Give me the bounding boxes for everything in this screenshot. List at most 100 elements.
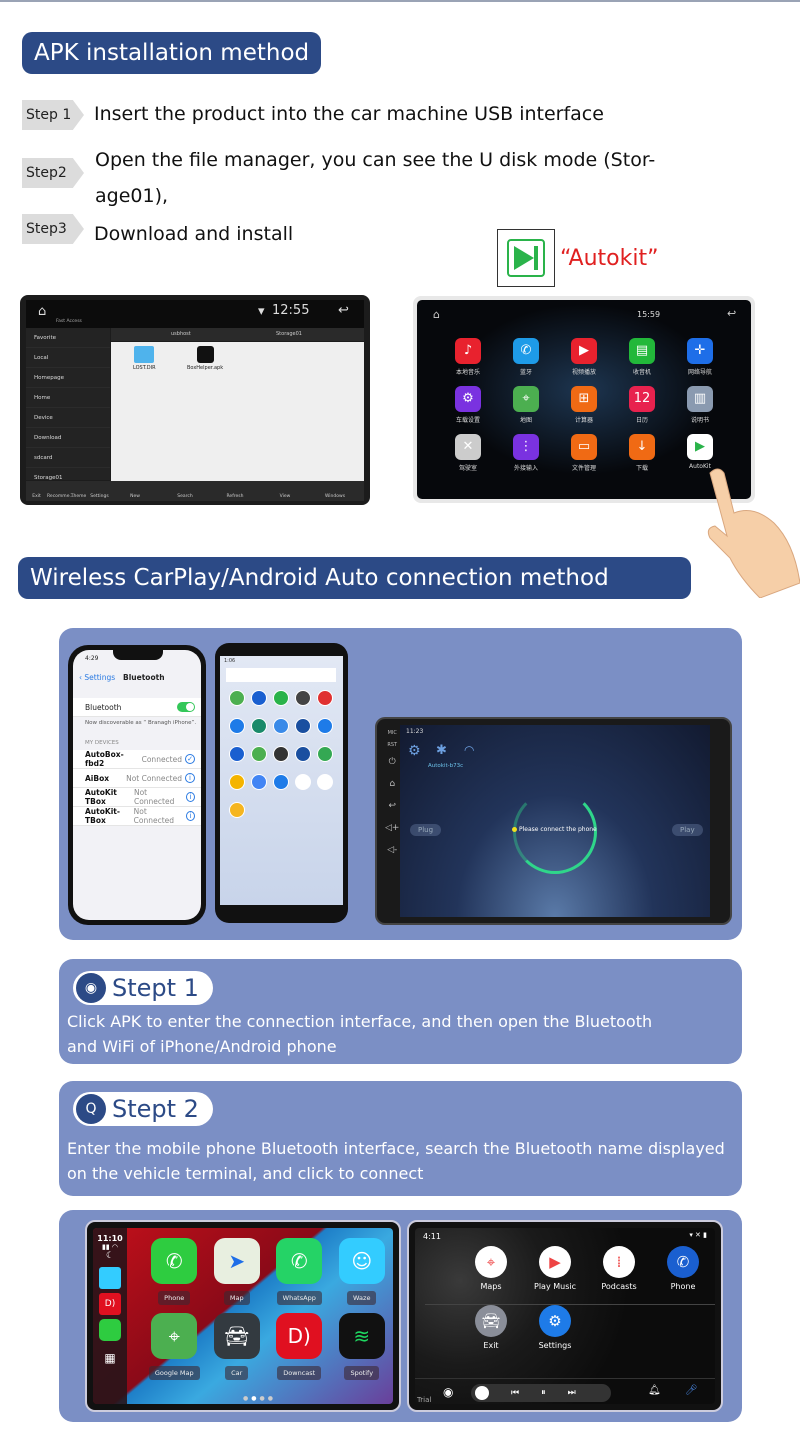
app-icon[interactable] <box>251 718 267 734</box>
back-icon[interactable]: ↩ <box>385 795 399 817</box>
sidebar-home[interactable]: Home <box>26 388 110 408</box>
app-icon[interactable] <box>295 718 311 734</box>
settings-button[interactable]: Settings <box>89 494 110 499</box>
app-icon[interactable] <box>317 774 333 790</box>
bluetooth-toggle[interactable] <box>177 702 195 712</box>
search-bar[interactable] <box>226 668 336 682</box>
volume-up-icon[interactable]: ◁+ <box>385 817 399 839</box>
play-button[interactable]: Play <box>672 824 703 836</box>
sidebar-sdcard[interactable]: sdcard <box>26 448 110 468</box>
app-play-music[interactable]: ▶ Play Music <box>523 1246 587 1291</box>
home-icon[interactable]: ⌂ <box>433 308 440 321</box>
bluetooth-icon[interactable]: ✱ <box>436 743 447 758</box>
pause-icon[interactable]: ⏸ <box>541 1388 546 1398</box>
app-icon[interactable] <box>229 774 245 790</box>
new-button[interactable]: New <box>110 494 160 499</box>
app-music[interactable]: ♪ 本地音乐 <box>439 338 497 376</box>
info-icon[interactable]: i <box>185 773 195 783</box>
plug-button[interactable]: Plug <box>410 824 442 836</box>
windows-button[interactable]: Windows <box>310 494 360 499</box>
info-icon[interactable]: i <box>185 792 195 802</box>
back-icon[interactable]: ↩ <box>727 307 736 320</box>
app-calculator[interactable]: ⊞ 计算器 <box>555 386 613 424</box>
waze-dock-icon[interactable] <box>99 1267 121 1289</box>
app-dvr[interactable]: ✕ 驾驶室 <box>439 434 497 472</box>
view-button[interactable]: View <box>260 494 310 499</box>
phone-dock-icon[interactable] <box>99 1319 121 1341</box>
app-settings[interactable]: ⚙ 车载设置 <box>439 386 497 424</box>
page-indicator[interactable]: ●●●● <box>243 1395 276 1402</box>
dashboard-icon[interactable]: ▦ <box>93 1351 127 1365</box>
app-video[interactable]: ▶ 视频播放 <box>555 338 613 376</box>
app-icon[interactable] <box>273 718 289 734</box>
microphone-icon[interactable]: 🎤︎ <box>685 1385 698 1396</box>
app-icon[interactable] <box>251 774 267 790</box>
path-usbhost[interactable]: usbhost <box>171 331 191 337</box>
app-maps[interactable]: ⌖ 地图 <box>497 386 555 424</box>
info-icon[interactable]: i <box>185 811 195 821</box>
app-icon[interactable] <box>229 802 245 818</box>
exit-button[interactable]: Exit <box>26 494 47 499</box>
app-icon[interactable] <box>229 746 245 762</box>
file-boxhelper-apk[interactable]: BoxHelper.apk <box>187 346 223 371</box>
search-button[interactable]: Search <box>160 494 210 499</box>
app-apple-maps[interactable]: ➤ Map <box>206 1238 269 1305</box>
volume-down-icon[interactable]: ◁- <box>385 839 399 861</box>
app-icon[interactable] <box>273 774 289 790</box>
app-navigation[interactable]: ✛ 网络导航 <box>671 338 729 376</box>
wifi-icon[interactable]: ◠ <box>464 743 474 757</box>
app-downcast[interactable]: D) Downcast <box>268 1313 331 1380</box>
theme-button[interactable]: Theme <box>68 494 89 499</box>
sidebar-download[interactable]: Download <box>26 428 110 448</box>
refresh-button[interactable]: Refresh <box>210 494 260 499</box>
app-google-maps[interactable]: ⌖ Maps <box>459 1246 523 1291</box>
sidebar-favorite[interactable]: Favorite <box>26 328 110 348</box>
app-icon[interactable] <box>229 690 245 706</box>
notification-bell-icon[interactable]: 🔔︎ <box>648 1385 661 1396</box>
previous-icon[interactable]: ⏮ <box>511 1388 519 1398</box>
app-icon[interactable] <box>317 746 333 762</box>
app-icon[interactable] <box>273 746 289 762</box>
file-lost-dir[interactable]: LOST.DIR <box>133 346 156 371</box>
app-car[interactable]: 🚘︎ Car <box>206 1313 269 1380</box>
play-music-icon[interactable] <box>475 1386 489 1400</box>
app-icon[interactable] <box>251 746 267 762</box>
next-icon[interactable]: ⏭ <box>568 1388 576 1398</box>
app-icon[interactable] <box>295 746 311 762</box>
device-row[interactable]: AutoBox-fbd2 Connected ✓ <box>73 750 201 769</box>
downcast-dock-icon[interactable]: D) <box>99 1293 121 1315</box>
app-google-maps[interactable]: ⌖ Google Map <box>143 1313 206 1380</box>
app-radio[interactable]: ▤ 收音机 <box>613 338 671 376</box>
power-icon[interactable]: ⏻ <box>385 751 399 773</box>
app-icon[interactable] <box>317 690 333 706</box>
back-icon[interactable]: ↩ <box>338 303 349 318</box>
home-icon[interactable]: ◉ <box>443 1385 453 1399</box>
app-download[interactable]: ↓ 下载 <box>613 434 671 472</box>
sidebar-local[interactable]: Local <box>26 348 110 368</box>
device-row[interactable]: AutoKit TBox Not Connected i <box>73 788 201 807</box>
sidebar-device[interactable]: Device <box>26 408 110 428</box>
app-phone[interactable]: ✆ 蓝牙 <box>497 338 555 376</box>
sidebar-homepage[interactable]: Homepage <box>26 368 110 388</box>
app-spotify[interactable]: ≋ Spotify <box>331 1313 394 1380</box>
app-calendar[interactable]: 12 日历 <box>613 386 671 424</box>
recommend-button[interactable]: Recomme... <box>47 494 74 499</box>
app-phone[interactable]: ✆ Phone <box>143 1238 206 1305</box>
app-input[interactable]: ⋮ 外接输入 <box>497 434 555 472</box>
app-icon[interactable] <box>251 690 267 706</box>
app-whatsapp[interactable]: ✆ WhatsApp <box>268 1238 331 1305</box>
app-icon[interactable] <box>317 718 333 734</box>
app-podcasts[interactable]: ⁞ Podcasts <box>587 1246 651 1291</box>
settings-icon[interactable]: ⚙ <box>408 743 421 759</box>
app-icon[interactable] <box>273 690 289 706</box>
app-icon[interactable] <box>295 690 311 706</box>
app-car[interactable]: 🚘︎ Exit <box>459 1305 523 1350</box>
path-storage01[interactable]: Storage01 <box>276 331 302 337</box>
device-row[interactable]: AiBox Not Connected i <box>73 769 201 788</box>
app-phone[interactable]: ✆ Phone <box>651 1246 715 1291</box>
reset-button[interactable]: RST <box>385 739 399 751</box>
app-folder[interactable]: ▭ 文件管理 <box>555 434 613 472</box>
app-manual[interactable]: ▥ 说明书 <box>671 386 729 424</box>
device-row[interactable]: AutoKit-TBox Not Connected i <box>73 807 201 826</box>
back-settings-button[interactable]: ‹ Settings <box>79 673 115 682</box>
